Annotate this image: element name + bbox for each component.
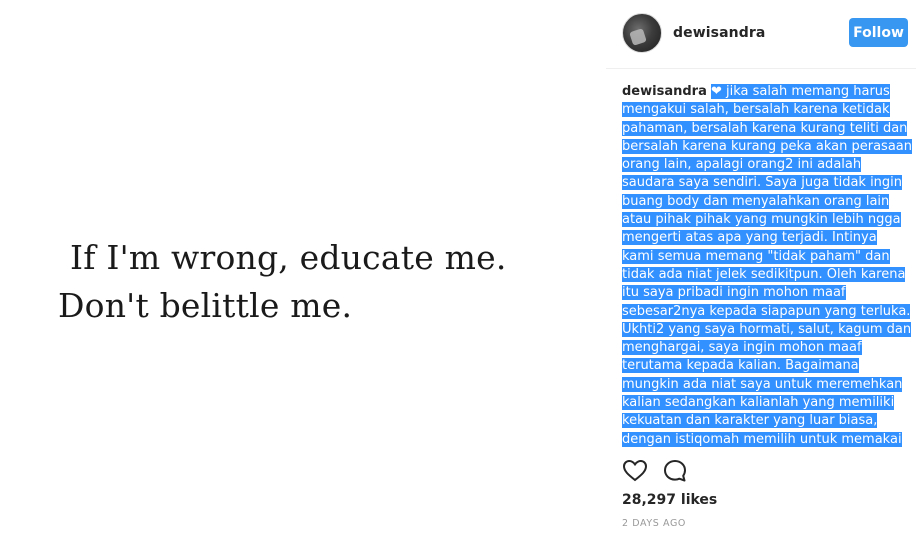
caption-line: saudara saya sendiri. Saya juga tidak in… — [622, 175, 903, 191]
caption-line: menghargai, saya ingin mohon maaf — [622, 340, 862, 356]
caption-line: saya pribadi ingin mohon maaf — [643, 285, 846, 301]
caption-line: pahaman, bersalah karena kurang teliti d… — [622, 120, 908, 136]
caption-line: orang lain, apalagi orang2 ini adalah — [622, 157, 862, 173]
caption-line: Ukhti2 yang saya hormati, salut, kagum d… — [622, 321, 912, 337]
quote-line-1: If I'm wrong, educate me. — [70, 238, 507, 277]
quote-line-2: Don't belittle me. — [58, 286, 353, 325]
caption-line: terutama kepada kalian. Bagaimana — [622, 358, 859, 374]
caption: dewisandra ❤ jika salah memang harus men… — [622, 83, 912, 447]
post-header: dewisandra Follow — [606, 0, 916, 69]
caption-line: sebesar2nya kepada siapapun yang terluka… — [622, 303, 911, 319]
caption-line: jika salah memang harus — [726, 84, 890, 99]
caption-line: bersalah karena kurang peka akan perasaa… — [622, 138, 912, 154]
heart-outline-icon[interactable] — [622, 458, 648, 484]
post-sidebar: dewisandra Follow dewisandra ❤ jika sala… — [606, 0, 916, 536]
follow-button[interactable]: Follow — [849, 18, 908, 47]
post-image[interactable]: If I'm wrong, educate me. Don't belittle… — [0, 0, 606, 536]
caption-line: mengakui salah, bersalah karena ketidak — [622, 102, 890, 118]
heart-emoji: ❤ — [710, 84, 722, 99]
caption-line: mungkin ada niat saya untuk meremehkan — [622, 376, 903, 392]
caption-username[interactable]: dewisandra — [622, 84, 707, 99]
caption-body: jika salah memang harus mengakui salah, … — [622, 84, 912, 447]
action-bar — [622, 458, 912, 486]
caption-selected-text: ❤ jika salah memang harus mengakui salah… — [622, 84, 912, 447]
comment-bubble-icon[interactable] — [662, 458, 688, 484]
avatar[interactable] — [622, 13, 662, 53]
caption-line: atau pihak pihak yang mungkin lebih ngga — [622, 212, 901, 228]
header-username[interactable]: dewisandra — [673, 25, 765, 41]
likes-count[interactable]: 28,297 likes — [622, 492, 717, 508]
caption-line: buang body dan menyalahkan orang lain — [622, 193, 890, 209]
image-quote-text: If I'm wrong, educate me. Don't belittle… — [58, 234, 507, 330]
post-timestamp[interactable]: 2 DAYS AGO — [622, 518, 686, 529]
caption-line: kalian sedangkan kalianlah yang memiliki — [622, 395, 895, 411]
caption-line: kekuatan dan karakter yang luar biasa, — [622, 413, 878, 429]
caption-line: dengan istiqomah memilih untuk memakai — [622, 431, 902, 447]
